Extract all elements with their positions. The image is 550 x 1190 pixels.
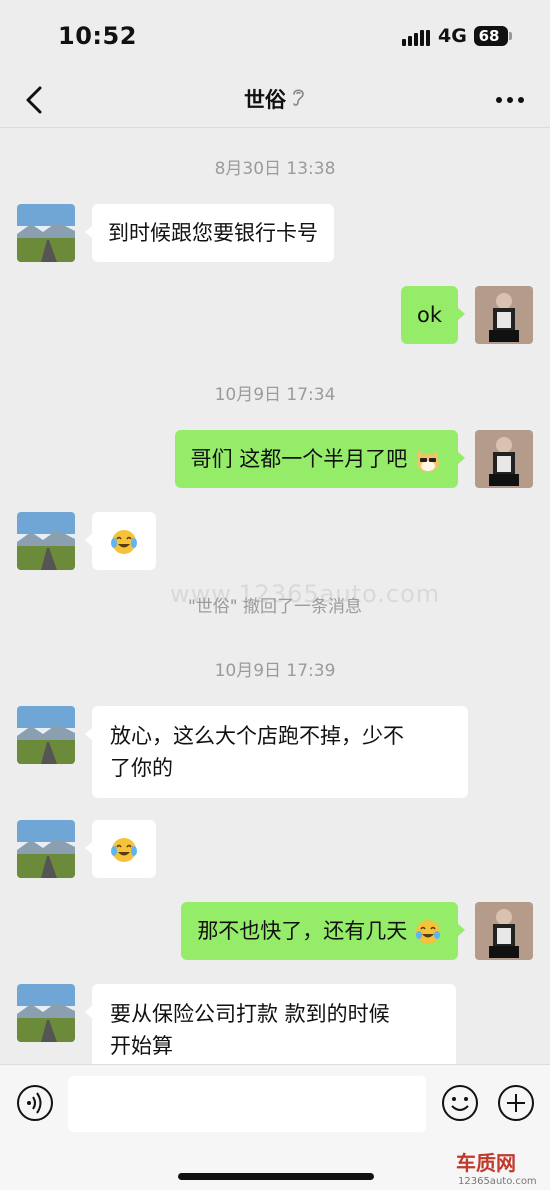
signal-icon [402, 30, 432, 46]
smiley-icon[interactable] [440, 1083, 480, 1123]
timestamp: 10月9日 17:34 [214, 385, 336, 405]
message-input[interactable] [68, 1076, 426, 1132]
message-bubble-outgoing[interactable]: 那不也快了，还有几天 [181, 902, 465, 960]
contact-avatar[interactable] [17, 204, 75, 262]
network-label: 4G [438, 25, 467, 47]
message-bubble-incoming[interactable]: 放心，这么大个店跑不掉，少不 了你的 [85, 706, 468, 798]
message-bubble-outgoing[interactable]: ok [400, 286, 466, 344]
watermark-logo-sub: 12365auto.com [458, 1176, 537, 1187]
timestamp: 10月9日 17:39 [214, 661, 336, 681]
ear-icon [290, 86, 306, 113]
message-bubble-incoming[interactable] [85, 512, 156, 570]
message-bubble-incoming[interactable]: 要从保险公司打款 款到的时候 开始算 [85, 984, 456, 1076]
nav-bar: 世俗 [0, 72, 550, 128]
timestamp: 8月30日 13:38 [214, 159, 336, 179]
battery-tip [509, 32, 512, 40]
message-text: 哥们 这都一个半月了吧 [190, 447, 408, 471]
watermark-logo-text: 车质网 [456, 1151, 516, 1175]
my-avatar[interactable] [475, 286, 533, 344]
message-bubble-incoming[interactable]: 到时候跟您要银行卡号 [85, 204, 334, 262]
status-bar: 10:52 4G 68 [0, 0, 550, 72]
plus-icon[interactable] [496, 1083, 536, 1123]
battery-icon: 68 [474, 26, 512, 46]
status-time: 10:52 [58, 22, 137, 50]
message-bubble-incoming[interactable] [85, 820, 156, 878]
more-dots-icon[interactable] [490, 82, 530, 118]
message-text: 到时候跟您要银行卡号 [108, 221, 318, 245]
message-bubble-outgoing[interactable]: 哥们 这都一个半月了吧 [174, 430, 466, 488]
voice-icon[interactable] [15, 1083, 55, 1123]
contact-avatar[interactable] [17, 512, 75, 570]
message-text-line: 放心，这么大个店跑不掉，少不 [110, 724, 404, 748]
chat-title: 世俗 [0, 84, 550, 114]
battery-level: 68 [478, 27, 500, 45]
message-text: ok [416, 303, 442, 327]
contact-avatar[interactable] [17, 820, 75, 878]
watermark-logo: 车质网 12365auto.com [454, 1146, 542, 1188]
recall-notice: "世俗" 撤回了一条消息 [187, 597, 363, 617]
my-avatar[interactable] [475, 902, 533, 960]
message-text-line: 开始算 [110, 1034, 173, 1058]
contact-avatar[interactable] [17, 984, 75, 1042]
message-text-line: 要从保险公司打款 款到的时候 [110, 1002, 390, 1026]
crying-laughing-emoji [110, 528, 138, 556]
crying-laughing-emoji [110, 836, 138, 864]
my-avatar[interactable] [475, 430, 533, 488]
message-text-line: 了你的 [110, 756, 173, 780]
contact-name: 世俗 [244, 88, 286, 112]
contact-avatar[interactable] [17, 706, 75, 764]
home-indicator [178, 1173, 374, 1180]
message-text: 那不也快了，还有几天 [197, 919, 408, 943]
tears-of-joy-emoji [414, 918, 442, 946]
cat-face-emoji [414, 446, 442, 474]
